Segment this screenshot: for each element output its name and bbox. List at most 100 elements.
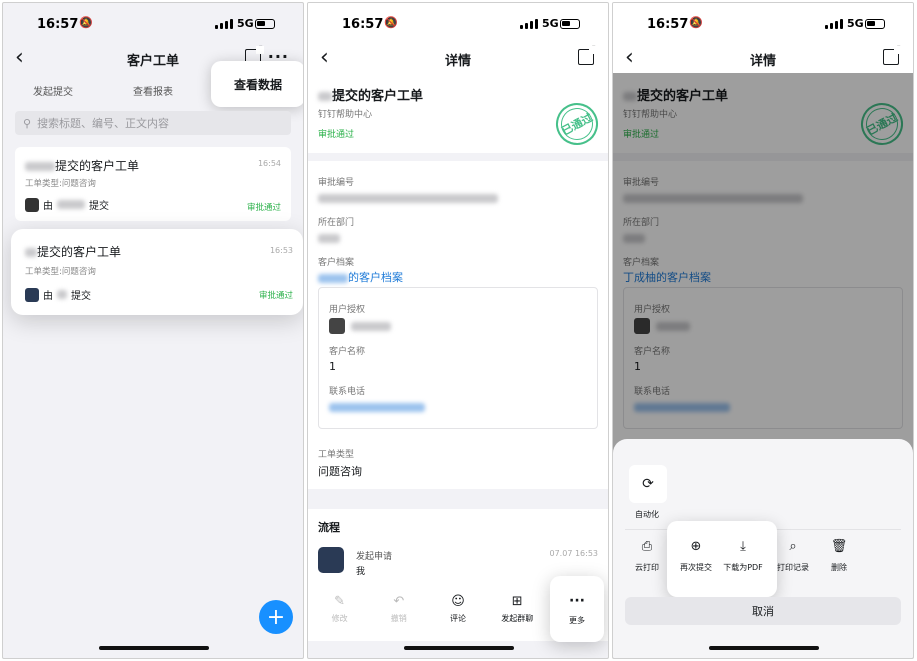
resubmit-button[interactable]: ⊕ 再次提交 (674, 539, 718, 573)
mute-icon: 🔕 (689, 16, 703, 29)
item-subtitle: 工单类型:问题咨询 (25, 179, 96, 189)
field-label: 联系电话 (329, 387, 366, 397)
tab-report[interactable]: 查看报表 (103, 77, 203, 103)
status-bar: 16:57 🔕 5G (613, 3, 913, 43)
delete-button[interactable]: 🗑 删除 (817, 539, 861, 573)
file-search-icon: ⌕ (789, 539, 797, 554)
field-value (329, 318, 391, 334)
automation-label: 自动化 (635, 510, 659, 519)
status-time: 16:57 (37, 17, 79, 32)
approved-seal: 已通过 (548, 95, 606, 153)
detail-header: 提交的客户工单 钉钉帮助中心 审批通过 已通过 (308, 75, 608, 153)
trash-icon: 🗑 (830, 539, 848, 554)
section-title: 流程 (318, 521, 340, 534)
comment-icon: ☺ (451, 594, 465, 609)
avatar (25, 197, 39, 212)
signal-icon (520, 19, 538, 29)
add-button[interactable]: + (259, 600, 293, 634)
undo-icon: ↶ (393, 594, 405, 609)
phone-link[interactable] (329, 400, 425, 413)
flow-actor: 我 (356, 567, 366, 577)
avatar (329, 318, 345, 334)
status-badge: 审批通过 (318, 130, 355, 140)
field-value (318, 231, 340, 244)
action-row: ⎙ 云打印 ⊕ 再次提交 ⤓ 下载为PDF ⌕ 打印记录 🗑 删除 (613, 539, 913, 589)
status-badge: 审批通过 (246, 203, 281, 213)
mute-icon: 🔕 (79, 16, 93, 29)
org-name: 钉钉帮助中心 (318, 110, 373, 120)
flow-step: 发起申请 (356, 552, 393, 562)
item-time: 16:54 (257, 159, 281, 168)
page-title: 详情 (749, 54, 776, 69)
pencil-icon: ✎ (334, 594, 346, 609)
page-title: 详情 (444, 54, 471, 69)
tab-submit[interactable]: 发起提交 (3, 77, 103, 103)
share-icon[interactable]: ↗ (578, 44, 597, 65)
home-indicator (99, 646, 209, 650)
status-bar: 16:57 🔕 5G (3, 3, 303, 43)
field-label: 工单类型 (318, 450, 355, 460)
download-pdf-button[interactable]: ⤓ 下载为PDF (719, 539, 767, 573)
nav-bar: ‹ 详情 ↗ (613, 43, 913, 75)
file-plus-icon: ⊕ (690, 539, 702, 554)
status-badge: 审批通过 (258, 291, 293, 301)
cloud-print-icon: ⎙ (641, 539, 653, 554)
flow-time: 07.07 16:53 (549, 549, 599, 558)
network-label: 5G (237, 17, 254, 30)
group-chat-button[interactable]: ⊞ 发起群聊 (488, 579, 547, 641)
archive-link[interactable]: 的客户档案 (318, 269, 403, 285)
nav-bar: ‹ 详情 ↗ (308, 43, 608, 75)
list-item[interactable]: 提交的客户工单 16:53 工单类型:问题咨询 由提交 审批通过 (11, 229, 303, 315)
field-label: 用户授权 (329, 305, 366, 315)
list-item[interactable]: 提交的客户工单 16:54 工单类型:问题咨询 由提交 审批通过 (15, 147, 291, 221)
more-button[interactable]: ··· 更多 (550, 576, 604, 642)
avatar (25, 287, 39, 302)
phone-screen-list: 16:57 🔕 5G ‹ 客户工单 ↗ ··· 发起提交 查看报表 查看数据 ⚲… (2, 2, 304, 659)
action-sheet: ⟳ 自动化 ⎙ 云打印 ⊕ 再次提交 ⤓ 下载为PDF ⌕ 打印记录 🗑 删除 取消 (613, 439, 913, 658)
phone-screen-actions: 16:57 🔕 5G ‹ 详情 ↗ 提交的客户工单 钉钉帮助中心 审批通过 已通… (612, 2, 914, 659)
status-time: 16:57 (342, 17, 384, 32)
cancel-button[interactable]: 取消 (625, 597, 901, 625)
item-submitter: 由提交 (25, 287, 91, 302)
field-label: 所在部门 (318, 218, 355, 228)
search-icon: ⚲ (23, 116, 32, 130)
item-title: 提交的客户工单 (25, 243, 121, 260)
field-label: 审批编号 (318, 178, 355, 188)
home-indicator (404, 646, 514, 650)
view-data-popover[interactable]: 查看数据 (211, 61, 303, 107)
home-indicator (709, 646, 819, 650)
mute-icon: 🔕 (384, 16, 398, 29)
cloud-print-button[interactable]: ⎙ 云打印 (625, 539, 669, 573)
doc-title: 提交的客户工单 (318, 85, 423, 104)
more-dots-icon: ··· (569, 592, 585, 609)
detail-fields: 审批编号 所在部门 客户档案 的客户档案 用户授权 客户名称 1 联系电话 工单… (308, 161, 608, 489)
download-icon: ⤓ (740, 539, 746, 554)
signal-icon (215, 19, 233, 29)
field-label: 客户名称 (329, 347, 366, 357)
battery-icon (865, 19, 885, 29)
battery-icon (560, 19, 580, 29)
avatar (318, 547, 344, 573)
flow-section: 流程 发起申请 我 07.07 16:53 (308, 509, 608, 581)
network-label: 5G (847, 17, 864, 30)
revoke-button[interactable]: ↶ 撤销 (369, 579, 428, 641)
signal-icon (825, 19, 843, 29)
chat-plus-icon: ⊞ (511, 594, 523, 609)
battery-icon (255, 19, 275, 29)
item-subtitle: 工单类型:问题咨询 (25, 267, 96, 277)
field-value: 1 (329, 360, 336, 373)
status-time: 16:57 (647, 17, 689, 32)
item-title: 提交的客户工单 (25, 157, 139, 174)
edit-button[interactable]: ✎ 修改 (310, 579, 369, 641)
search-input[interactable]: ⚲ 搜索标题、编号、正文内容 (15, 111, 291, 135)
automation-button[interactable]: ⟳ (629, 465, 667, 503)
print-record-button[interactable]: ⌕ 打印记录 (771, 539, 815, 573)
comment-button[interactable]: ☺ 评论 (428, 579, 487, 641)
item-submitter: 由提交 (25, 197, 109, 212)
refresh-icon: ⟳ (642, 476, 654, 492)
item-time: 16:53 (269, 246, 293, 255)
status-bar: 16:57 🔕 5G (308, 3, 608, 43)
field-value: 问题咨询 (318, 465, 362, 478)
share-icon[interactable]: ↗ (883, 44, 902, 65)
field-value (318, 191, 498, 204)
